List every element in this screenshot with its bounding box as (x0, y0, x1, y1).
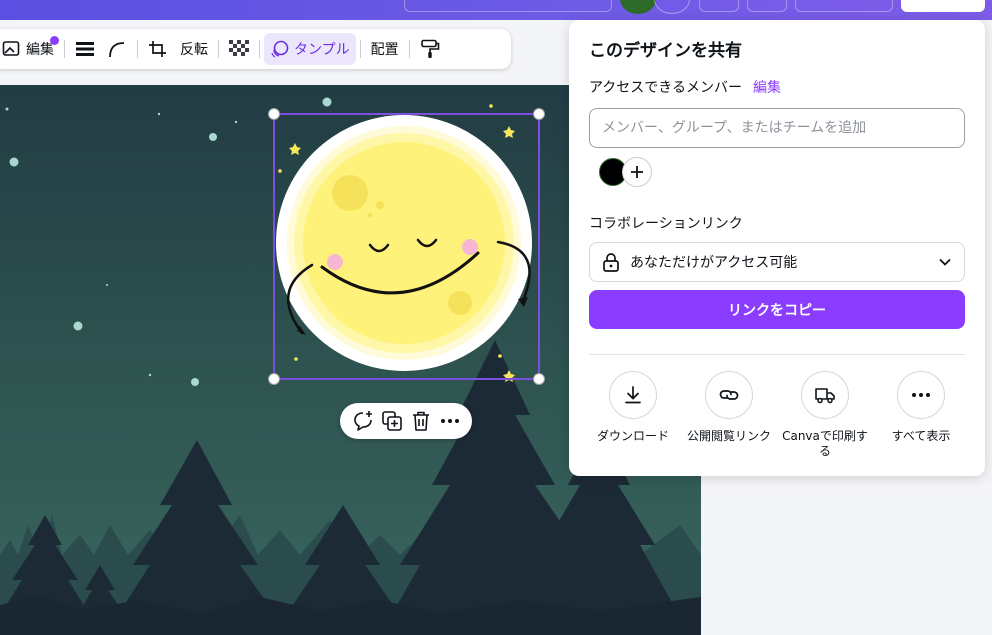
topbar-icon-button[interactable] (699, 0, 739, 12)
toolbar-divider (64, 40, 65, 58)
download-button[interactable] (609, 371, 657, 419)
copy-link-button[interactable]: リンクをコピー (589, 290, 965, 329)
share-panel: このデザインを共有 アクセスできるメンバー 編集 コラボレーションリンク あなた… (569, 20, 985, 476)
flip-button[interactable]: 反転 (174, 33, 214, 65)
add-member-input[interactable] (589, 108, 965, 148)
public-link-button[interactable] (705, 371, 753, 419)
collaboration-link-label: コラボレーションリンク (589, 216, 743, 232)
topbar-analytics-button[interactable] (747, 0, 787, 12)
print-action[interactable]: Canvaで印刷する (777, 371, 873, 459)
corner-rounding-button[interactable] (101, 33, 133, 65)
print-button[interactable] (801, 371, 849, 419)
members-label: アクセスできるメンバー (589, 80, 743, 96)
user-avatar[interactable] (620, 0, 656, 14)
panel-divider (589, 354, 965, 355)
members-edit-link[interactable]: 編集 (753, 77, 781, 97)
link-access-dropdown[interactable]: あなただけがアクセス可能 (589, 242, 965, 282)
resize-handle-top-left (268, 108, 280, 120)
topbar-present-button[interactable] (795, 0, 893, 12)
arrange-label: 配置 (370, 42, 399, 58)
public-link-action[interactable]: 公開閲覧リンク (681, 371, 777, 444)
toolbar-divider (359, 40, 361, 58)
resize-handle-bottom-right (533, 373, 545, 385)
download-action[interactable]: ダウンロード (585, 371, 681, 444)
copy-style-button[interactable] (414, 33, 446, 65)
border-style-icon (76, 42, 94, 56)
toolbar-divider (137, 40, 138, 58)
image-edit-icon (2, 41, 20, 56)
animate-label: タンプル (294, 42, 350, 58)
notification-dot (50, 36, 59, 45)
see-all-label: すべて表示 (891, 429, 951, 443)
link-icon (719, 390, 739, 400)
public-link-label: 公開閲覧リンク (686, 429, 771, 443)
print-label: Canvaで印刷する (782, 429, 868, 458)
crop-button[interactable] (142, 33, 174, 65)
share-panel-title: このデザインを共有 (589, 41, 742, 61)
arrange-button[interactable]: 配置 (365, 33, 405, 65)
toolbar-divider (259, 40, 260, 58)
chevron-down-icon (939, 258, 951, 266)
element-toolbar: 編集 反転 タンプル 配置 (0, 29, 511, 69)
edit-image-button[interactable]: 編集 (0, 33, 60, 65)
line-style-button[interactable] (69, 33, 101, 65)
paint-roller-icon (420, 39, 439, 58)
download-icon (625, 386, 641, 404)
crop-icon (149, 41, 166, 57)
add-member-button[interactable] (622, 157, 652, 187)
duplicate-icon[interactable] (381, 410, 403, 432)
animate-icon (271, 40, 289, 58)
resize-handle-bottom-left (268, 373, 280, 385)
truck-icon (815, 388, 835, 404)
trash-icon[interactable] (410, 410, 432, 432)
link-access-value: あなただけがアクセス可能 (630, 255, 798, 271)
transparency-button[interactable] (223, 33, 255, 65)
corner-radius-icon (109, 42, 125, 58)
transparency-icon (229, 40, 249, 58)
toolbar-divider (218, 40, 219, 58)
more-icon (912, 393, 930, 397)
top-bar (0, 0, 992, 20)
toolbar-divider (408, 40, 410, 58)
flip-label: 反転 (180, 42, 208, 58)
collaborator-avatar[interactable] (654, 0, 690, 14)
plus-icon (631, 166, 643, 178)
comment-add-icon[interactable] (352, 410, 374, 432)
see-all-action[interactable]: すべて表示 (873, 371, 969, 444)
see-all-button[interactable] (897, 371, 945, 419)
topbar-share-button[interactable] (901, 0, 985, 12)
download-label: ダウンロード (596, 429, 669, 443)
more-options-icon[interactable] (439, 410, 461, 432)
element-context-menu (340, 403, 472, 439)
lock-icon (603, 253, 619, 272)
animate-button[interactable]: タンプル (264, 33, 356, 65)
resize-handle-top-right (533, 108, 545, 120)
topbar-title-field[interactable] (404, 0, 612, 12)
